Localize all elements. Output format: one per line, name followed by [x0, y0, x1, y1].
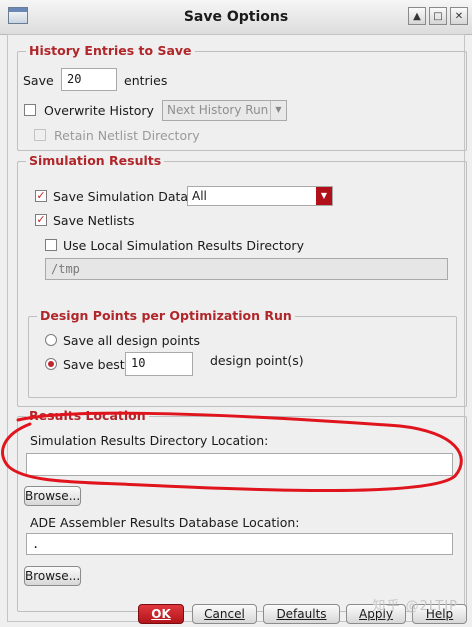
save-simulation-data-value: All [192, 189, 207, 203]
overwrite-history-checkbox[interactable] [24, 104, 36, 116]
history-entries-label: entries [124, 73, 168, 88]
window-controls: ▲ □ ✕ [408, 7, 468, 25]
ade-assembler-db-label: ADE Assembler Results Database Location: [30, 515, 300, 530]
close-icon[interactable]: ✕ [450, 7, 468, 25]
window-title: Save Options [183, 9, 289, 25]
save-simulation-data-checkbox[interactable]: ✓ [35, 190, 47, 202]
chevron-down-icon: ▼ [270, 101, 286, 120]
chevron-down-icon[interactable]: ▼ [316, 187, 332, 205]
ok-button[interactable]: OK [138, 604, 184, 624]
title-bar: Save Options ▲ □ ✕ [0, 0, 472, 35]
save-all-design-points-label: Save all design points [63, 333, 201, 348]
maximize-up-icon[interactable]: ▲ [408, 7, 426, 25]
design-points-legend: Design Points per Optimization Run [37, 308, 295, 323]
save-simulation-data-label: Save Simulation Data [53, 189, 189, 204]
design-points-suffix: design point(s) [210, 353, 304, 368]
history-count-input[interactable]: 20 [61, 68, 117, 91]
next-history-select: Next History Run ▼ [162, 100, 287, 121]
save-best-radio[interactable] [45, 358, 57, 370]
retain-netlist-checkbox [34, 129, 46, 141]
save-netlists-label: Save Netlists [53, 213, 135, 228]
history-save-label: Save [23, 73, 54, 88]
save-netlists-checkbox[interactable]: ✓ [35, 214, 47, 226]
ade-assembler-db-input[interactable]: . [26, 533, 453, 555]
overwrite-history-label: Overwrite History [44, 103, 154, 118]
simulation-results-legend: Simulation Results [26, 153, 165, 168]
defaults-button[interactable]: Defaults [263, 604, 340, 624]
save-best-label: Save best [63, 357, 125, 372]
use-local-dir-checkbox[interactable] [45, 239, 57, 251]
save-all-design-points-radio[interactable] [45, 334, 57, 346]
save-best-input[interactable]: 10 [125, 352, 193, 376]
use-local-dir-label: Use Local Simulation Results Directory [63, 238, 304, 253]
retain-netlist-label: Retain Netlist Directory [54, 128, 200, 143]
history-legend: History Entries to Save [26, 43, 195, 58]
cancel-button[interactable]: Cancel [192, 604, 257, 624]
local-dir-input: /tmp [45, 258, 448, 280]
restore-icon[interactable]: □ [429, 7, 447, 25]
save-simulation-data-select[interactable]: All ▼ [187, 186, 333, 206]
browse-db-button[interactable]: Browse... [24, 566, 81, 586]
watermark: 知乎 @2LTIP [372, 599, 458, 614]
red-annotation-circle [1, 411, 463, 492]
next-history-value: Next History Run [167, 103, 269, 117]
